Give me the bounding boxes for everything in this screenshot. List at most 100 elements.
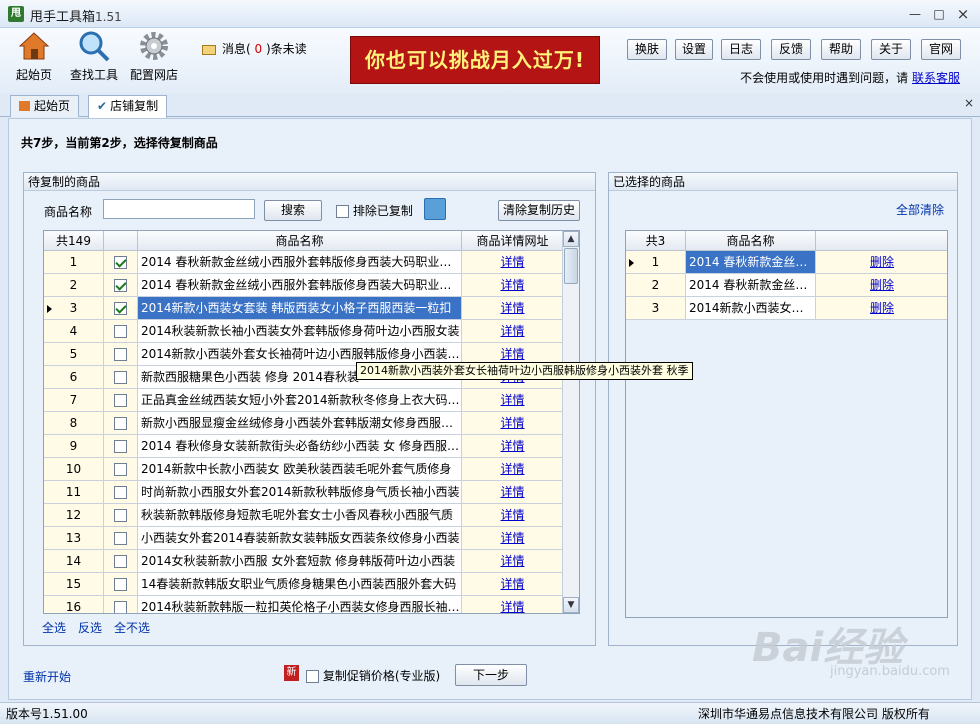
product-name-cell[interactable]: 新款小西服显瘦金丝绒修身小西装外套韩版潮女修身西服外套 (138, 412, 462, 435)
detail-link-cell[interactable]: 详情 (462, 412, 564, 435)
exclude-copied-checkbox[interactable]: 排除已复制 (336, 202, 413, 219)
table-row[interactable]: 3 2014新款小西装女套装 韩版西装女小格子西服西装一粒扣 详情 (44, 297, 579, 320)
copy-promo-price-checkbox[interactable]: 复制促销价格(专业版) (306, 667, 440, 684)
product-name-cell[interactable]: 2014新款小西装女套装 韩版西装女小格子西服西装一粒扣 (138, 297, 462, 320)
detail-link[interactable]: 详情 (500, 393, 524, 407)
detail-link-cell[interactable]: 详情 (462, 458, 564, 481)
website-button[interactable]: 官网 (921, 39, 961, 60)
row-checkbox[interactable] (114, 532, 127, 545)
product-name-input[interactable] (103, 199, 255, 219)
row-checkbox[interactable] (114, 601, 127, 613)
row-select-cell[interactable] (104, 550, 138, 573)
delete-link[interactable]: 删除 (870, 278, 894, 292)
detail-link[interactable]: 详情 (500, 600, 524, 613)
row-checkbox[interactable] (114, 348, 127, 361)
product-name-cell[interactable]: 2014 春秋新款金丝绒小西服外套 (686, 251, 816, 274)
clear-history-button[interactable]: 清除复制历史 (498, 200, 580, 221)
select-all-link[interactable]: 全选 (42, 619, 66, 636)
row-select-cell[interactable] (104, 320, 138, 343)
delete-link[interactable]: 删除 (870, 255, 894, 269)
row-select-cell[interactable] (104, 251, 138, 274)
detail-link[interactable]: 详情 (500, 439, 524, 453)
skin-button[interactable]: 换肤 (627, 39, 667, 60)
table-row[interactable]: 1 2014 春秋新款金丝绒小西服外套韩版修身西装大码职业女装 详情 (44, 251, 579, 274)
row-checkbox[interactable] (114, 302, 127, 315)
row-select-cell[interactable] (104, 297, 138, 320)
about-button[interactable]: 关于 (871, 39, 911, 60)
row-select-cell[interactable] (104, 458, 138, 481)
detail-link-cell[interactable]: 详情 (462, 504, 564, 527)
log-button[interactable]: 日志 (721, 39, 761, 60)
product-name-cell[interactable]: 2014 春秋新款金丝绒小西服外套 (686, 274, 816, 297)
select-none-link[interactable]: 全不选 (114, 619, 150, 636)
table-row[interactable]: 9 2014 春秋修身女装新款街头必备纺纱小西装 女 修身西服外套 详情 (44, 435, 579, 458)
product-name-cell[interactable]: 2014女秋装新款小西服 女外套短款 修身韩版荷叶边小西装 (138, 550, 462, 573)
detail-link-cell[interactable]: 详情 (462, 573, 564, 596)
scroll-thumb[interactable] (564, 248, 578, 284)
row-select-cell[interactable] (104, 435, 138, 458)
delete-link-cell[interactable]: 删除 (816, 274, 947, 297)
delete-link-cell[interactable]: 删除 (816, 251, 947, 274)
table-row[interactable]: 14 2014女秋装新款小西服 女外套短款 修身韩版荷叶边小西装 详情 (44, 550, 579, 573)
detail-link[interactable]: 详情 (500, 462, 524, 476)
detail-link-cell[interactable]: 详情 (462, 274, 564, 297)
product-name-cell[interactable]: 2014新款中长款小西装女 欧美秋装西装毛呢外套气质修身 (138, 458, 462, 481)
exclude-copied-check[interactable] (336, 205, 349, 218)
product-name-cell[interactable]: 2014秋装新款韩版一粒扣英伦格子小西装女修身西服长袖外套 (138, 596, 462, 613)
close-tab-icon[interactable]: × (964, 96, 974, 110)
row-select-cell[interactable] (104, 412, 138, 435)
table-row[interactable]: 12014 春秋新款金丝绒小西服外套 删除 (626, 251, 947, 274)
row-checkbox[interactable] (114, 578, 127, 591)
detail-link[interactable]: 详情 (500, 278, 524, 292)
table-row[interactable]: 13 小西装女外套2014春装新款女装韩版女西装条纹修身小西装 详情 (44, 527, 579, 550)
scroll-down-icon[interactable]: ▼ (563, 597, 579, 613)
next-step-button[interactable]: 下一步 (455, 664, 527, 686)
scroll-up-icon[interactable]: ▲ (563, 231, 579, 247)
delete-link-cell[interactable]: 删除 (816, 297, 947, 320)
row-select-cell[interactable] (104, 366, 138, 389)
table-row[interactable]: 8 新款小西服显瘦金丝绒修身小西装外套韩版潮女修身西服外套 详情 (44, 412, 579, 435)
maximize-button[interactable]: □ (930, 6, 948, 22)
detail-link[interactable]: 详情 (500, 324, 524, 338)
detail-link[interactable]: 详情 (500, 416, 524, 430)
detail-link[interactable]: 详情 (500, 531, 524, 545)
product-name-cell[interactable]: 2014秋装新款长袖小西装女外套韩版修身荷叶边小西服女装 (138, 320, 462, 343)
clear-all-link[interactable]: 全部清除 (896, 201, 944, 218)
settings-button[interactable]: 设置 (675, 39, 713, 60)
product-name-cell[interactable]: 正品真金丝绒西装女短小外套2014新款秋冬修身上衣大码女装 (138, 389, 462, 412)
product-name-cell[interactable]: 时尚新款小西服女外套2014新款秋韩版修身气质长袖小西装 (138, 481, 462, 504)
row-select-cell[interactable] (104, 527, 138, 550)
copy-promo-price-check[interactable] (306, 670, 319, 683)
detail-link-cell[interactable]: 详情 (462, 481, 564, 504)
table-row[interactable]: 16 2014秋装新款韩版一粒扣英伦格子小西装女修身西服长袖外套 详情 (44, 596, 579, 613)
row-checkbox[interactable] (114, 440, 127, 453)
detail-link-cell[interactable]: 详情 (462, 389, 564, 412)
vertical-scrollbar[interactable]: ▲ ▼ (562, 231, 579, 613)
table-row[interactable]: 2 2014 春秋新款金丝绒小西服外套韩版修身西装大码职业女装 详情 (44, 274, 579, 297)
product-name-cell[interactable]: 2014 春秋新款金丝绒小西服外套韩版修身西装大码职业女装 (138, 274, 462, 297)
product-name-cell[interactable]: 秋装新款韩版修身短款毛呢外套女士小香风春秋小西服气质 (138, 504, 462, 527)
row-select-cell[interactable] (104, 274, 138, 297)
detail-link[interactable]: 详情 (500, 508, 524, 522)
config-tool-button[interactable]: 配置网店 (126, 30, 182, 83)
detail-link-cell[interactable]: 详情 (462, 550, 564, 573)
feedback-button[interactable]: 反馈 (771, 39, 811, 60)
table-row[interactable]: 10 2014新款中长款小西装女 欧美秋装西装毛呢外套气质修身 详情 (44, 458, 579, 481)
detail-link[interactable]: 详情 (500, 554, 524, 568)
row-select-cell[interactable] (104, 504, 138, 527)
table-row[interactable]: 22014 春秋新款金丝绒小西服外套 删除 (626, 274, 947, 297)
tab-shop-copy[interactable]: ✔ 店铺复制 (88, 95, 168, 118)
row-checkbox[interactable] (114, 417, 127, 430)
help-button[interactable]: 帮助 (821, 39, 861, 60)
home-tool-button[interactable]: 起始页 (10, 30, 58, 83)
table-row[interactable]: 11 时尚新款小西服女外套2014新款秋韩版修身气质长袖小西装 详情 (44, 481, 579, 504)
row-checkbox[interactable] (114, 325, 127, 338)
row-checkbox[interactable] (114, 463, 127, 476)
detail-link-cell[interactable]: 详情 (462, 251, 564, 274)
product-name-cell[interactable]: 小西装女外套2014春装新款女装韩版女西装条纹修身小西装 (138, 527, 462, 550)
detail-link[interactable]: 详情 (500, 577, 524, 591)
table-row[interactable]: 32014新款小西装女套装 韩版 删除 (626, 297, 947, 320)
detail-link-cell[interactable]: 详情 (462, 320, 564, 343)
product-name-cell[interactable]: 2014 春秋新款金丝绒小西服外套韩版修身西装大码职业女装 (138, 251, 462, 274)
table-row[interactable]: 12 秋装新款韩版修身短款毛呢外套女士小香风春秋小西服气质 详情 (44, 504, 579, 527)
